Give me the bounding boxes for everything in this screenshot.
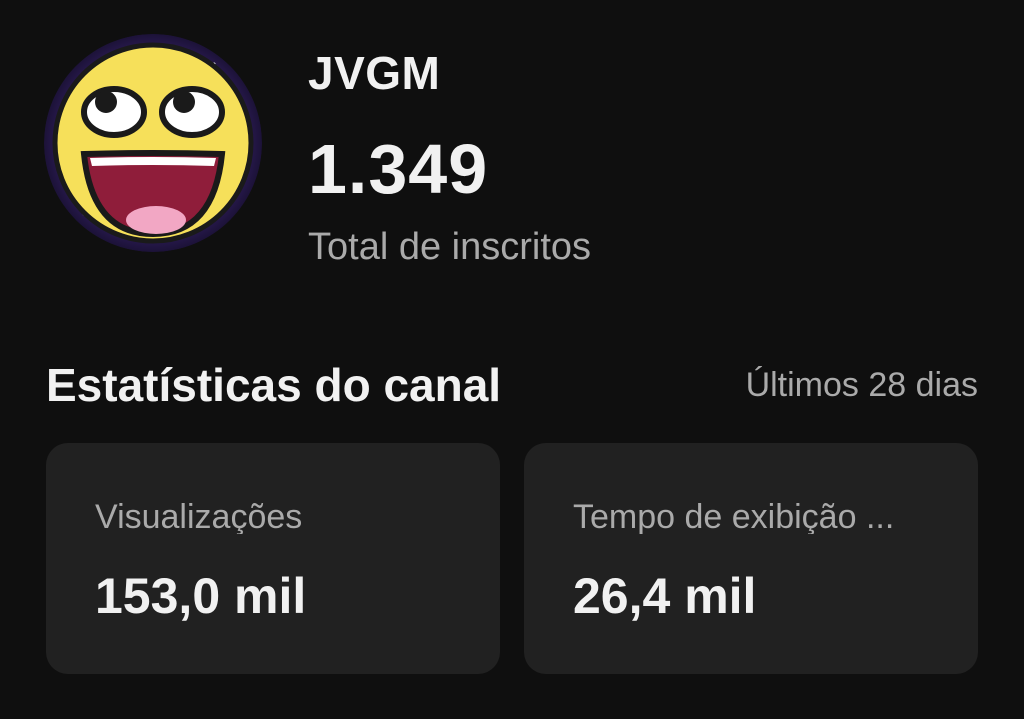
channel-avatar[interactable] xyxy=(44,34,262,252)
subscriber-label: Total de inscritos xyxy=(308,226,592,268)
channel-name: JVGM xyxy=(308,47,441,99)
watch-time-card[interactable]: Tempo de exibição ... 26,4 mil xyxy=(524,443,978,674)
watch-time-label: Tempo de exibição ... xyxy=(573,500,895,534)
subscriber-count: 1.349 xyxy=(308,130,489,208)
channel-stats-screen: JVGM 1.349 Total de inscritos Estatístic… xyxy=(0,0,1024,719)
smiley-face-icon xyxy=(44,34,262,252)
views-label: Visualizações xyxy=(95,500,303,534)
watch-time-value: 26,4 mil xyxy=(573,568,757,624)
views-value: 153,0 mil xyxy=(95,568,307,624)
views-card[interactable]: Visualizações 153,0 mil xyxy=(46,443,500,674)
section-title: Estatísticas do canal xyxy=(46,359,502,411)
period-label: Últimos 28 dias xyxy=(745,366,978,404)
